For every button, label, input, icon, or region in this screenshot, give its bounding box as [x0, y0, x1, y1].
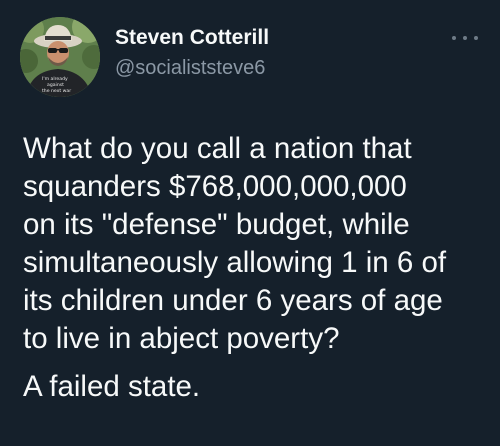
tweet-text-main: What do you call a nation that squanders… — [23, 132, 447, 355]
more-horizontal-icon — [452, 36, 456, 40]
more-options-button[interactable] — [452, 30, 478, 46]
more-horizontal-icon-dot-3 — [474, 36, 478, 40]
avatar-photo: I'm already against the next war — [20, 17, 100, 97]
tweet-text-conclusion: A failed state. — [23, 370, 201, 403]
avatar-shirt-line-3: the next war — [42, 88, 71, 94]
author-block: Steven Cotterill @socialiststeve6 — [115, 25, 269, 81]
author-display-name[interactable]: Steven Cotterill — [115, 25, 269, 51]
avatar-shirt-line-1: I'm already — [42, 76, 68, 82]
author-handle[interactable]: @socialiststeve6 — [115, 55, 269, 81]
tweet-text: What do you call a nation that squanders… — [23, 130, 488, 406]
tweet-card: I'm already against the next war Steven … — [0, 0, 500, 446]
avatar[interactable]: I'm already against the next war — [20, 17, 100, 97]
more-horizontal-icon-dot-2 — [463, 36, 467, 40]
avatar-shirt-line-2: against — [47, 82, 64, 88]
